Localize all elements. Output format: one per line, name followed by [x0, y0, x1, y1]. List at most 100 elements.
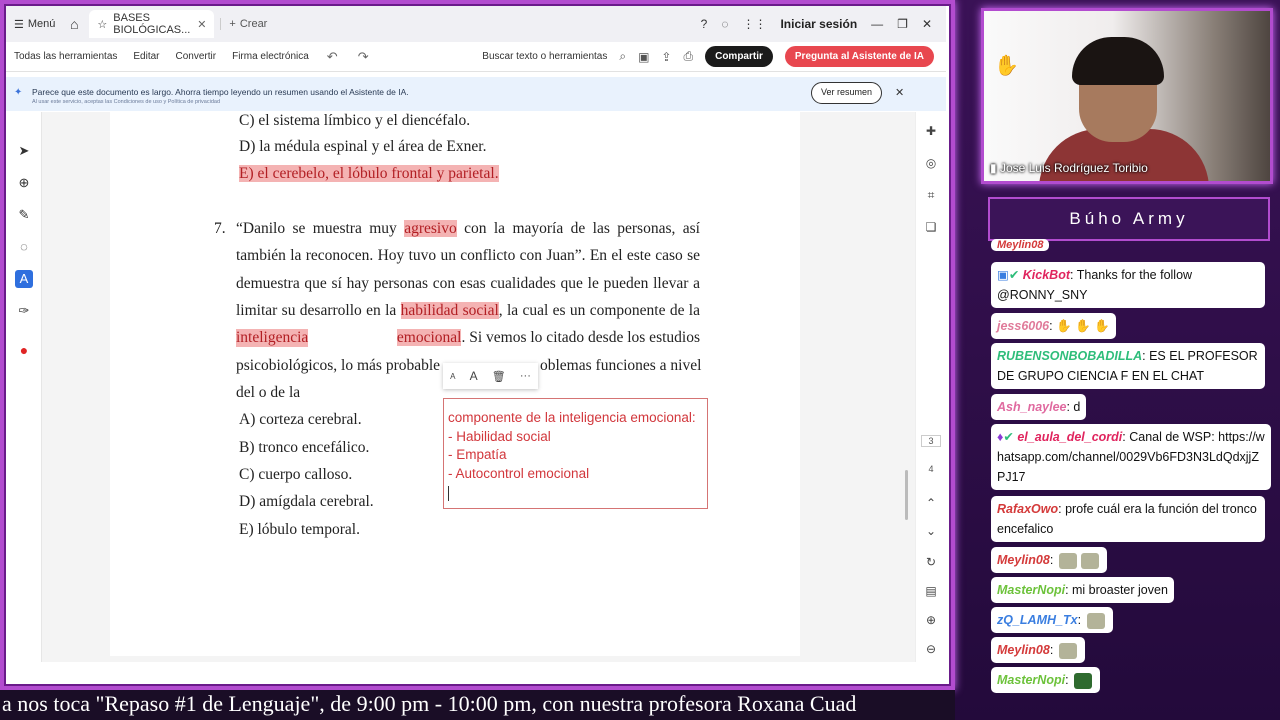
chat-message: ♦✔ el_aula_del_cordi: Canal de WSP: http… — [991, 424, 1271, 490]
search-icon[interactable]: ⌕ — [619, 49, 626, 64]
more-options-icon[interactable]: ··· — [520, 370, 531, 382]
select-arrow-icon[interactable]: ➤ — [15, 142, 33, 160]
color-picker-icon[interactable]: ● — [15, 341, 33, 359]
pen-icon[interactable]: ✎ — [15, 206, 33, 224]
chat-text: : — [1065, 673, 1069, 687]
edit-button[interactable]: Editar — [125, 51, 167, 62]
chat-username: Meylin08 — [997, 239, 1044, 251]
sign-in-button[interactable]: Iniciar sesión — [780, 17, 857, 31]
chat-username: RUBENSONBOBADILLA — [997, 349, 1143, 363]
chat-message: jess6006: ✋ ✋ ✋ — [991, 313, 1116, 339]
close-banner-icon[interactable]: ✕ — [895, 86, 904, 99]
new-tab-button[interactable]: + Crear — [220, 18, 267, 30]
prev-option-c: C) el sistema límbico y el diencéfalo. — [239, 112, 471, 129]
chat-text: : — [1049, 643, 1054, 657]
page-up-icon[interactable]: ⌃ — [922, 496, 940, 510]
wave-emote-icon: ✋ ✋ ✋ — [1056, 319, 1110, 333]
upload-icon[interactable]: ⇪ — [661, 50, 671, 64]
prev-e-prefix: E) el — [239, 165, 273, 182]
plus-icon: + — [229, 18, 236, 30]
ai-assistant-button[interactable]: Pregunta al Asistente de IA — [784, 46, 934, 67]
option-c: C) cuerpo calloso. — [239, 466, 353, 483]
undo-icon[interactable]: ↶ — [317, 49, 348, 65]
chat-username: el_aula_del_cordi — [1017, 430, 1123, 444]
hamburger-icon: ☰ — [14, 18, 24, 31]
minimize-icon[interactable]: — — [871, 17, 883, 31]
home-icon[interactable]: ⌂ — [63, 16, 85, 32]
menu-label: Menú — [27, 18, 56, 30]
zoom-select-icon[interactable]: ⊕ — [15, 174, 33, 192]
pages-icon[interactable]: ❏ — [922, 220, 940, 234]
chat-message: RafaxOwo: profe cuál era la función del … — [991, 496, 1265, 542]
chat-username: KickBot — [1022, 268, 1071, 282]
chat-title: Búho Army — [988, 197, 1270, 241]
view-summary-button[interactable]: Ver resumen — [811, 82, 883, 104]
maximize-icon[interactable]: ❐ — [897, 17, 908, 31]
vertical-scrollbar[interactable] — [905, 470, 908, 520]
browser-tab-bar: ☰ Menú ⌂ ☆ BASES BIOLÓGICAS... ✕ + Crear… — [6, 6, 946, 42]
star-icon[interactable]: ☆ — [97, 18, 107, 31]
refresh-icon[interactable]: ↻ — [922, 555, 940, 569]
esign-button[interactable]: Firma electrónica — [224, 51, 317, 62]
banner-text: Parece que este documento es largo. Ahor… — [32, 87, 409, 97]
chat-message: MasterNopi: mi broaster joven — [991, 577, 1174, 603]
all-tools-button[interactable]: Todas las herramientas — [6, 51, 125, 62]
zoom-in-icon[interactable]: ⊕ — [922, 613, 940, 627]
question-line-5: inteligencia emocional. Si vemos lo cita… — [236, 329, 700, 347]
save-icon[interactable]: ▣ — [638, 50, 649, 64]
print-icon[interactable]: ⎙ — [683, 49, 693, 64]
text-box-icon[interactable]: A — [15, 270, 33, 288]
share-button[interactable]: Compartir — [705, 46, 773, 67]
decrease-font-icon[interactable]: A — [450, 372, 455, 381]
tab-title: BASES BIOLÓGICAS... — [113, 12, 191, 36]
raised-hand-icon: ✋ — [994, 55, 1019, 77]
redo-icon[interactable]: ↷ — [348, 49, 379, 65]
q-line4-end: , la cual es un componente de la — [498, 302, 700, 319]
chat-message-partial: Meylin08 — [991, 239, 1050, 251]
highlight-habilidad-social: habilidad social — [400, 302, 499, 319]
q-line4-start: limitar su desarrollo en la — [236, 302, 401, 319]
page-down-icon[interactable]: ⌄ — [922, 524, 940, 538]
bell-icon[interactable]: ◌ — [721, 17, 728, 31]
chat-text: : — [1049, 553, 1054, 567]
delete-icon[interactable]: 🗑 — [492, 370, 506, 383]
fit-page-icon[interactable]: ▤ — [922, 584, 940, 598]
apps-grid-icon[interactable]: ⋮⋮ — [742, 17, 766, 31]
search-tools-label[interactable]: Buscar texto o herramientas — [482, 51, 607, 62]
ai-chat-icon[interactable]: ◎ — [922, 156, 940, 170]
banner-terms[interactable]: Al usar este servicio, aceptas las Condi… — [32, 99, 220, 105]
left-tool-rail: ➤ ⊕ ✎ ◌ A ✑ ● — [6, 112, 42, 662]
bookmark-icon[interactable]: ⌗ — [922, 188, 940, 203]
menu-button[interactable]: ☰ Menú — [6, 18, 63, 31]
prev-option-d: D) la médula espinal y el área de Exner. — [239, 138, 487, 155]
page-number-4[interactable]: 4 — [921, 464, 941, 474]
increase-font-icon[interactable]: A — [470, 369, 478, 383]
chat-text: : d — [1066, 400, 1081, 414]
zoom-out-icon[interactable]: ⊖ — [922, 642, 940, 656]
lasso-icon[interactable]: ◌ — [15, 238, 33, 256]
prev-e-end: . — [494, 165, 499, 182]
chat-username: zQ_LAMH_Tx — [997, 613, 1078, 627]
convert-button[interactable]: Convertir — [168, 51, 225, 62]
question-line-6-end: oblemas funciones a nivel — [540, 357, 702, 374]
verified-icon: ✔ — [1003, 430, 1014, 444]
annotation-textbox[interactable]: componente de la inteligencia emocional:… — [443, 398, 708, 509]
question-line-1: “Danilo se muestra muy agresivo con la m… — [236, 220, 700, 238]
q-line1-start: “Danilo se muestra muy — [236, 220, 405, 237]
annotation-line-3: - Empatía — [448, 447, 507, 462]
q-line1-end: con la mayoría de las personas, así — [456, 220, 700, 237]
q-line5-end: . Si vemos lo citado desde los estudios — [461, 329, 700, 346]
badge-icon: ▣ — [997, 268, 1009, 282]
stamp-icon[interactable]: ✑ — [15, 302, 33, 320]
prev-e-sep1: , el — [325, 165, 348, 182]
emote-icon — [1086, 612, 1105, 629]
chat-text: : mi broaster joven — [1065, 583, 1168, 597]
option-e: E) lóbulo temporal. — [239, 521, 360, 538]
document-tab[interactable]: ☆ BASES BIOLÓGICAS... ✕ — [89, 10, 215, 38]
help-icon[interactable]: ? — [701, 17, 708, 31]
page-number-3[interactable]: 3 — [921, 435, 941, 447]
comment-icon[interactable]: ✚ — [922, 124, 940, 138]
close-tab-icon[interactable]: ✕ — [197, 18, 206, 31]
close-window-icon[interactable]: ✕ — [922, 17, 932, 31]
chat-message: MasterNopi: — [991, 667, 1101, 693]
